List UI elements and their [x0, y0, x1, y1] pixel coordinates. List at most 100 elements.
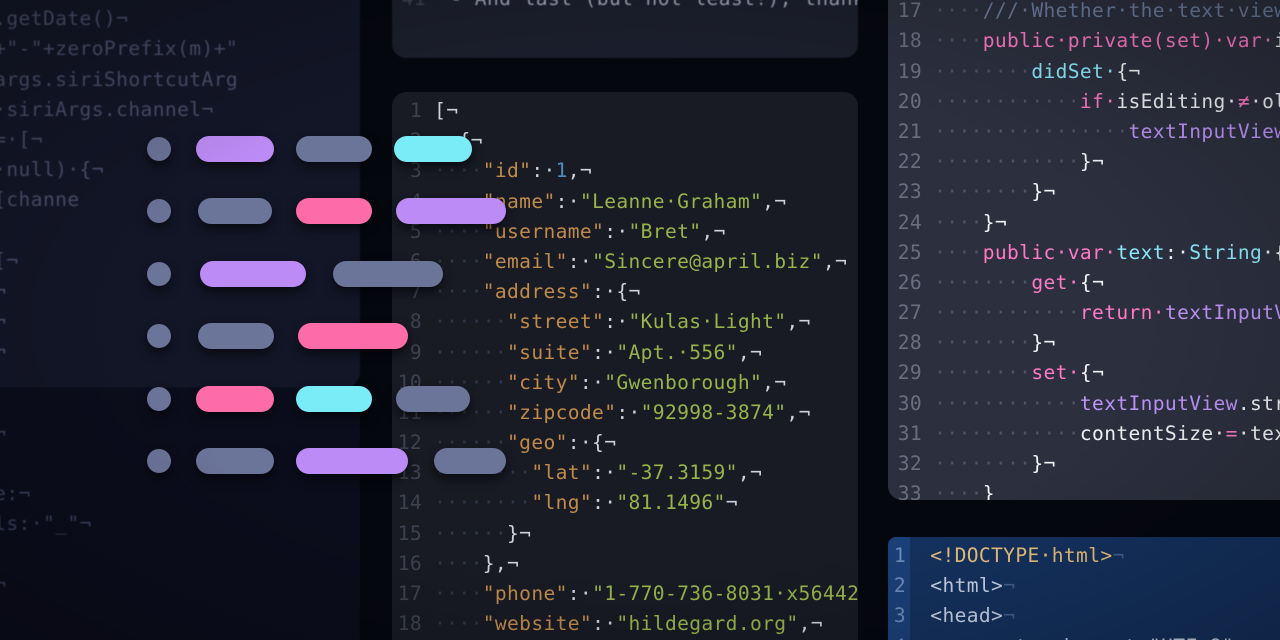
- code-token: warning:·60¬: [0, 572, 7, 596]
- code-line: 3 <head>¬: [888, 601, 1258, 631]
- pill-4-2[interactable]: [396, 386, 470, 412]
- line-number: 29: [897, 361, 922, 385]
- line-number: 21: [897, 119, 922, 143]
- pill-1-2[interactable]: [396, 198, 506, 224]
- code-line: 33 ····}: [888, 479, 1280, 500]
- left-lint-config-panel[interactable]: -········~ warning:·60¬ error:·60¬ ntifier_…: [0, 388, 360, 640]
- swift-editor-panel[interactable]: 16 ····public·weak·var·editorDele17 ····…: [888, 0, 1280, 500]
- pill-5-1[interactable]: [296, 448, 408, 474]
- code-line: 15 ······}¬: [392, 519, 858, 549]
- code-line: ntifier_name:¬: [0, 479, 92, 509]
- pill-dot[interactable]: [147, 324, 171, 348]
- code-token: ¬: [1003, 604, 1016, 628]
- code-token: ············: [922, 421, 1080, 445]
- code-token: {¬: [1079, 270, 1105, 294]
- pill-0-2[interactable]: [394, 136, 472, 162]
- code-token: channelId·=·siriArgs.channel¬: [0, 97, 214, 121]
- code-token: }¬: [1031, 331, 1056, 355]
- pill-3-0[interactable]: [198, 323, 274, 349]
- code-token: ///·Whether·the·text·view·: [982, 0, 1280, 23]
- code-token: ¬: [725, 491, 738, 515]
- code-line: 24 ····}¬: [888, 208, 1280, 238]
- code-token: textInputVi: [1164, 301, 1280, 325]
- line-number: 25: [897, 240, 922, 264]
- pill-dot[interactable]: [147, 137, 171, 161]
- code-line: 2 <html>¬: [888, 571, 1258, 601]
- code-line: 4 ····<meta·charset="UTF-8">¬: [888, 632, 1258, 640]
- changelog-code: 40 -·Detection·of·indent·strategy·inspir…: [392, 0, 858, 14]
- code-token: <head>: [930, 604, 1004, 628]
- code-token: ,¬: [762, 370, 787, 394]
- code-token: if·: [1079, 89, 1117, 113]
- code-line: error:·60¬: [0, 599, 92, 629]
- line-number: 3: [893, 604, 906, 628]
- code-token: ····: [922, 29, 983, 53]
- code-token: textInputView: [1079, 391, 1238, 415]
- code-token: :·: [592, 461, 617, 485]
- code-token: is: [1274, 29, 1280, 52]
- code-line: 9 ······"suite":·"Apt.·556",¬: [392, 338, 858, 368]
- code-token: public·var·: [982, 240, 1117, 264]
- line-number: 18: [897, 29, 922, 53]
- code-token: =: [1225, 421, 1238, 445]
- pill-dot[interactable]: [147, 387, 171, 411]
- changelog-editor-panel[interactable]: 40 -·Detection·of·indent·strategy·inspir…: [392, 0, 858, 58]
- code-token: "geo": [507, 431, 568, 455]
- screenshot-stage: (date.getMonth()··+··1)d·=·""+date.getDa…: [0, 0, 1280, 640]
- code-line: 1 [¬: [392, 96, 858, 126]
- line-number: 19: [897, 59, 922, 83]
- pill-1-0[interactable]: [198, 198, 272, 224]
- pill-2-1[interactable]: [333, 261, 443, 287]
- pill-4-1[interactable]: [296, 386, 372, 412]
- pill-dot[interactable]: [147, 262, 171, 286]
- code-token: <html>: [930, 574, 1004, 598]
- code-line: siriArgs·=·args.siriShortcutArg: [0, 65, 238, 95]
- code-token: channelId·≠·null)·{¬: [0, 158, 104, 182]
- pill-4-0[interactable]: [196, 386, 274, 412]
- line-number: 4: [888, 632, 906, 640]
- code-token: siriArgs·=·args.siriShortcutArg: [0, 67, 239, 91]
- json-editor-panel[interactable]: 1 [¬2 ··{¬3 ····"id":·1,¬4 ····"name":·"…: [392, 92, 858, 640]
- code-token: :·: [567, 249, 593, 273]
- html-editor-panel[interactable]: 1 <!DOCTYPE·html>¬2 <html>¬3 <head>¬4 ··…: [888, 537, 1280, 640]
- code-token: "address": [482, 280, 593, 304]
- code-token: {¬: [1079, 361, 1105, 385]
- code-token: ntifier_name:¬: [0, 481, 31, 505]
- code-token: annelIds·=·[channe: [0, 188, 80, 212]
- line-number: 17: [897, 0, 922, 23]
- code-token: :·: [567, 582, 593, 605]
- code-token: "hildegard.org": [616, 612, 799, 636]
- code-token: :·: [604, 219, 629, 243]
- code-token: public·private(set)·var·: [982, 29, 1275, 53]
- pill-1-1[interactable]: [296, 198, 372, 224]
- code-token: annelIds·=·[¬: [0, 248, 19, 272]
- pill-dot[interactable]: [147, 199, 171, 223]
- code-line: d·=·""+date.getDate()¬: [0, 4, 238, 34]
- code-line: 25 ····public·var·text:·String·{¬: [888, 238, 1280, 268]
- code-token: isEditing·: [1116, 89, 1238, 113]
- pill-2-0[interactable]: [200, 261, 306, 287]
- code-token: "-37.3159": [616, 461, 738, 485]
- code-line: 20 ············if·isEditing·≠·ol: [888, 87, 1280, 117]
- line-number: 30: [897, 391, 922, 415]
- code-line: 26 ········get·{¬: [888, 268, 1280, 298]
- line-number: 15: [397, 521, 422, 545]
- pill-5-0[interactable]: [196, 448, 274, 474]
- line-number: 41: [392, 0, 426, 14]
- pill-dot[interactable]: [147, 449, 171, 473]
- code-token: {¬: [1116, 59, 1141, 83]
- code-token: ············: [922, 391, 1080, 415]
- code-token: ¬: [1003, 574, 1016, 598]
- code-token: "Bret": [628, 219, 702, 243]
- pill-0-1[interactable]: [296, 136, 372, 162]
- pill-3-1[interactable]: [298, 323, 408, 349]
- code-token: "Kulas·Light": [628, 310, 787, 334]
- code-token: ········: [922, 180, 1032, 204]
- code-token: ········: [922, 361, 1032, 385]
- pill-5-2[interactable]: [434, 448, 506, 474]
- code-line: 29 ········set·{¬: [888, 358, 1280, 388]
- line-number: 1: [893, 544, 906, 567]
- code-token: ······: [422, 340, 508, 364]
- code-token: return·: [1079, 301, 1165, 325]
- pill-0-0[interactable]: [196, 136, 274, 162]
